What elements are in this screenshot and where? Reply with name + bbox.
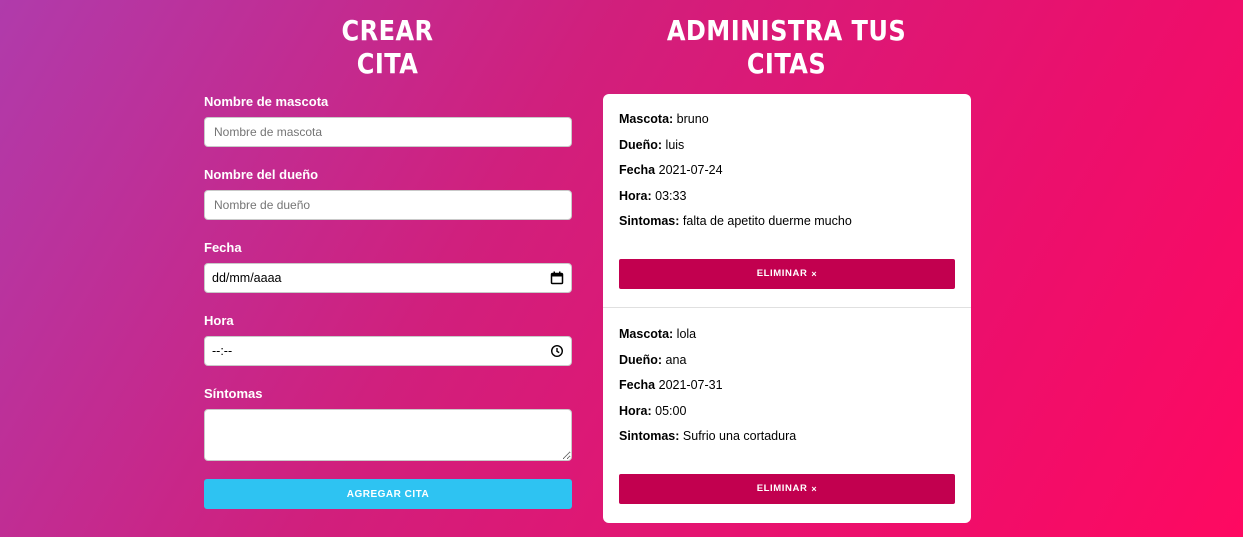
symptoms-value: falta de apetito duerme mucho	[682, 214, 852, 228]
appointment-item: Mascota: lola Dueño: ana Fecha 2021-07-3…	[603, 307, 971, 522]
create-appointment-heading: Crear Cita	[341, 14, 434, 80]
manage-appointments-heading: Administra tus citas	[666, 14, 907, 80]
pet-value: bruno	[676, 112, 709, 126]
close-icon: ×	[811, 268, 818, 279]
owner-value: ana	[665, 352, 687, 367]
date-row: Fecha 2021-07-24	[619, 161, 955, 187]
time-input-value: --:--	[212, 344, 233, 358]
appointments-list: Mascota: bruno Dueño: luis Fecha 2021-07…	[603, 94, 971, 523]
symptoms-textarea[interactable]	[204, 409, 572, 461]
date-value: 2021-07-31	[658, 378, 723, 392]
symptoms-row: Sintomas: Sufrio una cortadura	[619, 427, 955, 453]
time-value: 03:33	[655, 188, 687, 203]
symptoms-row-label: Sintomas:	[619, 214, 680, 228]
symptoms-row-label: Sintomas:	[619, 429, 680, 443]
time-value: 05:00	[655, 403, 687, 418]
owner-row-label: Dueño:	[619, 137, 663, 152]
time-row-label: Hora:	[619, 403, 652, 418]
date-row-label: Fecha	[619, 378, 656, 392]
delete-button-label: ELIMINAR	[756, 483, 808, 494]
delete-button-label: ELIMINAR	[756, 268, 808, 279]
date-row: Fecha 2021-07-31	[619, 376, 955, 402]
close-icon: ×	[811, 483, 818, 494]
delete-appointment-button[interactable]: ELIMINAR ×	[619, 473, 955, 504]
owner-row: Dueño: ana	[619, 351, 955, 377]
time-row: Hora: 03:33	[619, 187, 955, 213]
appointment-item: Mascota: bruno Dueño: luis Fecha 2021-07…	[603, 94, 971, 307]
pet-row-label: Mascota:	[619, 112, 674, 126]
symptoms-row: Sintomas: falta de apetito duerme mucho	[619, 212, 955, 238]
owner-row: Dueño: luis	[619, 136, 955, 162]
date-value: 2021-07-24	[658, 163, 723, 177]
owner-name-label: Nombre del dueño	[204, 167, 319, 182]
delete-appointment-button[interactable]: ELIMINAR ×	[619, 258, 955, 289]
owner-row-label: Dueño:	[619, 352, 663, 367]
pet-row: Mascota: bruno	[619, 110, 955, 136]
owner-value: luis	[665, 137, 685, 152]
owner-name-input[interactable]	[204, 190, 572, 220]
pet-name-input[interactable]	[204, 117, 572, 147]
clock-icon[interactable]	[550, 344, 564, 358]
add-appointment-button[interactable]: Agregar Cita	[204, 479, 572, 509]
time-input[interactable]: --:--	[204, 336, 572, 366]
time-row: Hora: 05:00	[619, 402, 955, 428]
pet-name-label: Nombre de mascota	[204, 94, 329, 109]
date-label: Fecha	[204, 240, 242, 255]
appointment-form: Nombre de mascota Nombre del dueño Fecha…	[204, 94, 572, 509]
symptoms-label: Síntomas	[204, 386, 263, 401]
calendar-icon[interactable]	[550, 271, 564, 285]
time-label: Hora	[204, 313, 234, 328]
pet-row: Mascota: lola	[619, 325, 955, 351]
pet-row-label: Mascota:	[619, 327, 674, 341]
pet-value: lola	[676, 327, 697, 341]
date-input[interactable]: dd/mm/aaaa	[204, 263, 572, 293]
time-row-label: Hora:	[619, 188, 652, 203]
symptoms-value: Sufrio una cortadura	[682, 429, 797, 443]
date-row-label: Fecha	[619, 163, 656, 177]
date-input-value: dd/mm/aaaa	[212, 271, 282, 285]
